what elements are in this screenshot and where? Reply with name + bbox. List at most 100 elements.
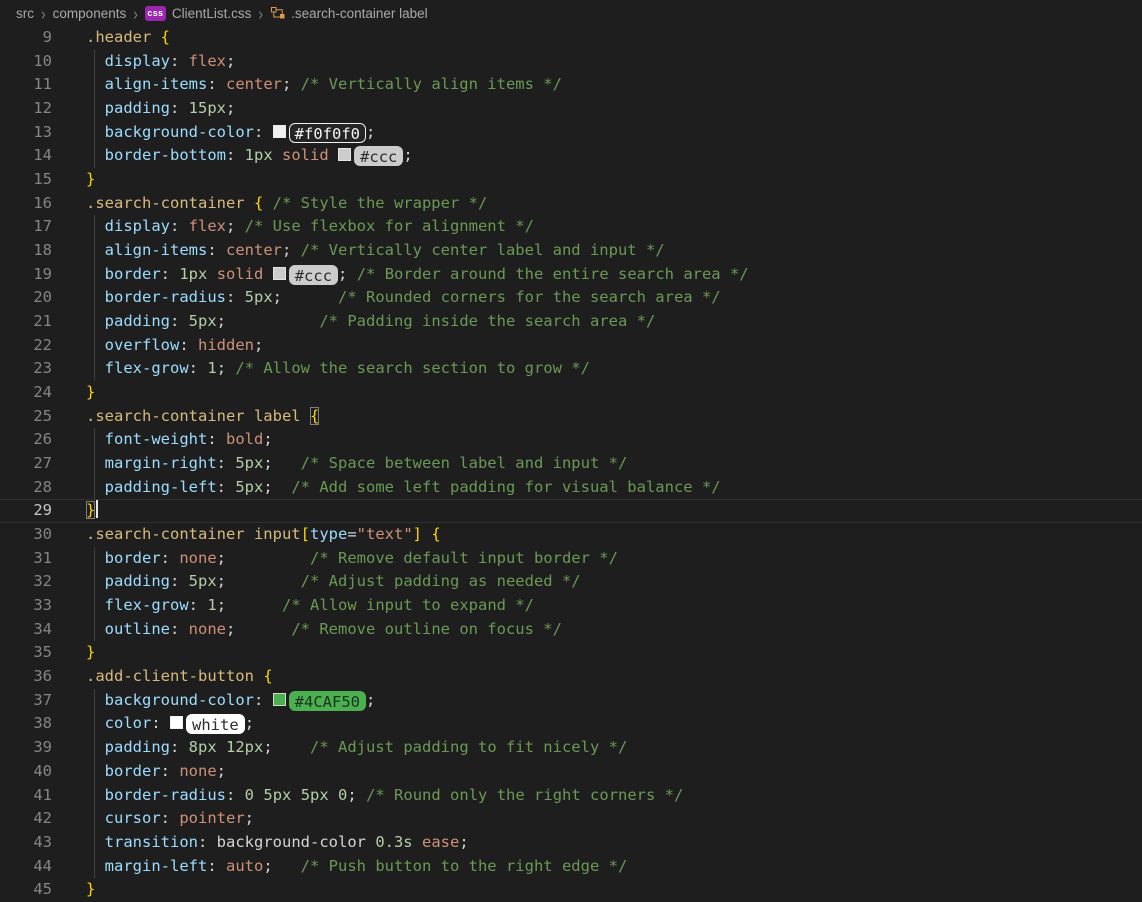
line-number[interactable]: 43	[0, 831, 52, 855]
breadcrumb-item-symbol[interactable]: .search-container label	[270, 5, 428, 21]
code-line[interactable]: 22 overflow: hidden;	[0, 334, 1142, 358]
code-line[interactable]: 21 padding: 5px; /* Padding inside the s…	[0, 310, 1142, 334]
line-number[interactable]: 37	[0, 689, 52, 713]
code-line[interactable]: 30.search-container input[type="text"] {	[0, 523, 1142, 547]
line-number[interactable]: 25	[0, 405, 52, 429]
code-token	[86, 52, 105, 70]
code-line[interactable]: 35}	[0, 641, 1142, 665]
line-number[interactable]: 15	[0, 168, 52, 192]
line-number[interactable]: 22	[0, 334, 52, 358]
code-line[interactable]: 26 font-weight: bold;	[0, 428, 1142, 452]
code-token: color	[105, 714, 152, 732]
line-number[interactable]: 31	[0, 547, 52, 571]
code-line[interactable]: 44 margin-left: auto; /* Push button to …	[0, 855, 1142, 879]
code-line[interactable]: 41 border-radius: 0 5px 5px 0; /* Round …	[0, 784, 1142, 808]
code-token: 5px	[263, 786, 291, 804]
line-number[interactable]: 16	[0, 192, 52, 216]
line-number[interactable]: 17	[0, 215, 52, 239]
code-line[interactable]: 27 margin-right: 5px; /* Space between l…	[0, 452, 1142, 476]
code-line[interactable]: 11 align-items: center; /* Vertically al…	[0, 73, 1142, 97]
line-number[interactable]: 12	[0, 97, 52, 121]
line-number[interactable]: 14	[0, 144, 52, 168]
code-line[interactable]: 32 padding: 5px; /* Adjust padding as ne…	[0, 570, 1142, 594]
code-line[interactable]: 9.header {	[0, 26, 1142, 50]
line-number[interactable]: 10	[0, 50, 52, 74]
code-token: :	[254, 691, 273, 709]
line-number[interactable]: 33	[0, 594, 52, 618]
line-number[interactable]: 32	[0, 570, 52, 594]
code-line[interactable]: 33 flex-grow: 1; /* Allow input to expan…	[0, 594, 1142, 618]
line-number[interactable]: 20	[0, 286, 52, 310]
code-token	[273, 738, 310, 756]
code-line[interactable]: 13 background-color: #f0f0f0;	[0, 121, 1142, 145]
code-token: :	[226, 146, 245, 164]
code-line[interactable]: 18 align-items: center; /* Vertically ce…	[0, 239, 1142, 263]
line-number[interactable]: 13	[0, 121, 52, 145]
code-token: ;	[226, 217, 245, 235]
code-token: ;	[366, 691, 375, 709]
line-number[interactable]: 26	[0, 428, 52, 452]
line-number[interactable]: 18	[0, 239, 52, 263]
code-line[interactable]: 37 background-color: #4CAF50;	[0, 689, 1142, 713]
line-number[interactable]: 40	[0, 760, 52, 784]
code-token: :	[170, 217, 189, 235]
code-line[interactable]: 28 padding-left: 5px; /* Add some left p…	[0, 476, 1142, 500]
code-line[interactable]: 42 cursor: pointer;	[0, 807, 1142, 831]
breadcrumb-item-file[interactable]: css ClientList.css	[145, 6, 252, 21]
code-line[interactable]: 20 border-radius: 5px; /* Rounded corner…	[0, 286, 1142, 310]
code-editor[interactable]: 9.header {10 display: flex;11 align-item…	[0, 26, 1142, 902]
code-line[interactable]: 10 display: flex;	[0, 50, 1142, 74]
line-number[interactable]: 30	[0, 523, 52, 547]
code-token: flex-grow	[105, 359, 189, 377]
code-line[interactable]: 14 border-bottom: 1px solid #ccc;	[0, 144, 1142, 168]
code-line[interactable]: 24}	[0, 381, 1142, 405]
code-token: ;	[217, 359, 236, 377]
line-number[interactable]: 42	[0, 807, 52, 831]
line-number[interactable]: 41	[0, 784, 52, 808]
code-token: ;	[273, 288, 282, 306]
code-line[interactable]: 19 border: 1px solid #ccc; /* Border aro…	[0, 263, 1142, 287]
line-number[interactable]: 21	[0, 310, 52, 334]
code-line[interactable]: 29}	[0, 499, 1142, 523]
code-text: }	[86, 499, 98, 523]
line-number[interactable]: 38	[0, 712, 52, 736]
code-line[interactable]: 43 transition: background-color 0.3s eas…	[0, 831, 1142, 855]
line-number[interactable]: 44	[0, 855, 52, 879]
line-number[interactable]: 24	[0, 381, 52, 405]
line-number[interactable]: 11	[0, 73, 52, 97]
line-number[interactable]: 27	[0, 452, 52, 476]
code-line[interactable]: 12 padding: 15px;	[0, 97, 1142, 121]
code-token: none	[179, 762, 216, 780]
code-line[interactable]: 15}	[0, 168, 1142, 192]
breadcrumb-item-components[interactable]: components	[53, 6, 127, 21]
code-token: 5px	[245, 288, 273, 306]
code-line[interactable]: 38 color: white;	[0, 712, 1142, 736]
code-line[interactable]: 23 flex-grow: 1; /* Allow the search sec…	[0, 357, 1142, 381]
line-number[interactable]: 45	[0, 878, 52, 902]
line-number[interactable]: 36	[0, 665, 52, 689]
code-text: background-color: #4CAF50;	[86, 689, 375, 713]
code-line[interactable]: 16.search-container { /* Style the wrapp…	[0, 192, 1142, 216]
line-number[interactable]: 9	[0, 26, 52, 50]
code-token	[86, 478, 105, 496]
code-line[interactable]: 39 padding: 8px 12px; /* Adjust padding …	[0, 736, 1142, 760]
code-line[interactable]: 17 display: flex; /* Use flexbox for ali…	[0, 215, 1142, 239]
line-number[interactable]: 34	[0, 618, 52, 642]
code-line[interactable]: 34 outline: none; /* Remove outline on f…	[0, 618, 1142, 642]
code-line[interactable]: 40 border: none;	[0, 760, 1142, 784]
line-number[interactable]: 23	[0, 357, 52, 381]
code-token: 1	[207, 596, 216, 614]
color-chip: white	[186, 714, 245, 734]
breadcrumb-item-src[interactable]: src	[16, 6, 34, 21]
line-number[interactable]: 39	[0, 736, 52, 760]
code-line[interactable]: 45}	[0, 878, 1142, 902]
line-number[interactable]: 19	[0, 263, 52, 287]
code-line[interactable]: 25.search-container label {	[0, 405, 1142, 429]
code-line[interactable]: 31 border: none; /* Remove default input…	[0, 547, 1142, 571]
line-number[interactable]: 29	[0, 499, 52, 523]
code-token	[273, 454, 301, 472]
code-line[interactable]: 36.add-client-button {	[0, 665, 1142, 689]
line-number[interactable]: 28	[0, 476, 52, 500]
line-number[interactable]: 35	[0, 641, 52, 665]
code-text: flex-grow: 1; /* Allow the search sectio…	[86, 357, 590, 381]
